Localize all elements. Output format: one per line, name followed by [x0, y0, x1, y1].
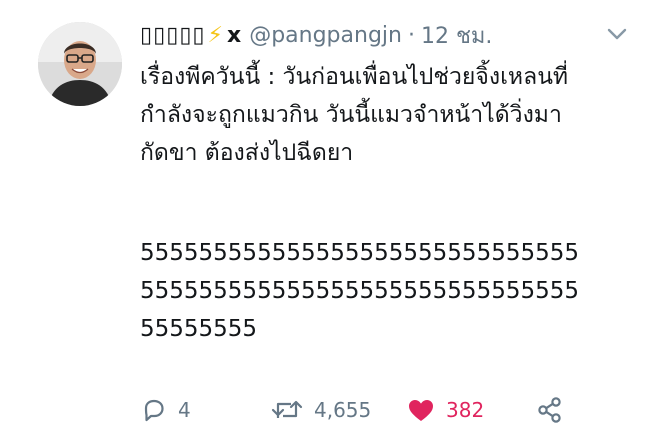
tweet-text-line: กำลังจะถูกแมวกิน วันนี้แมวจำหน้าได้วิ่งม… [140, 102, 562, 128]
retweet-icon [271, 400, 303, 418]
heart-icon [409, 400, 433, 421]
tweet-actions: 4 4,655 382 [140, 392, 580, 428]
share-icon [538, 397, 561, 423]
chevron-down-icon[interactable] [606, 26, 628, 42]
tweet-text-line: 555555555555555555555555555555 [140, 240, 579, 266]
display-name[interactable]: ▯▯▯▯▯ [140, 23, 206, 48]
retweet-count: 4,655 [314, 398, 372, 422]
tweet-text-line: 555555555555555555555555555555 [140, 278, 579, 304]
avatar[interactable] [38, 22, 122, 106]
reply-count: 4 [178, 398, 191, 422]
like-button[interactable]: 382 [406, 392, 484, 428]
separator-dot: · [407, 22, 415, 48]
user-handle[interactable]: @pangpangjn [249, 23, 402, 48]
timestamp[interactable]: 12 ชม. [421, 18, 492, 53]
tweet-text-line: กัดขา ต้องส่งไปฉีดยา [140, 140, 354, 166]
lightning-emoji: ⚡ [207, 22, 223, 48]
x-emoji: x [227, 22, 242, 48]
tweet-text: เรื่องพีควันนี้ : วันก่อนเพื่อนไปช่วยจิ้… [140, 58, 640, 348]
reply-button[interactable]: 4 [140, 392, 191, 428]
tweet-card[interactable]: ▯▯▯▯▯ ⚡ x @pangpangjn · 12 ชม. เรื่องพีค… [0, 0, 650, 433]
like-count: 382 [446, 398, 485, 422]
tweet-text-line: 55555555 [140, 316, 258, 342]
avatar-image [38, 22, 122, 106]
tweet-text-line: เรื่องพีควันนี้ : วันก่อนเพื่อนไปช่วยจิ้… [140, 64, 569, 90]
share-button[interactable] [536, 392, 564, 428]
retweet-button[interactable]: 4,655 [270, 392, 371, 428]
tweet-header: ▯▯▯▯▯ ⚡ x @pangpangjn · 12 ชม. [140, 20, 492, 50]
reply-icon [144, 399, 164, 422]
